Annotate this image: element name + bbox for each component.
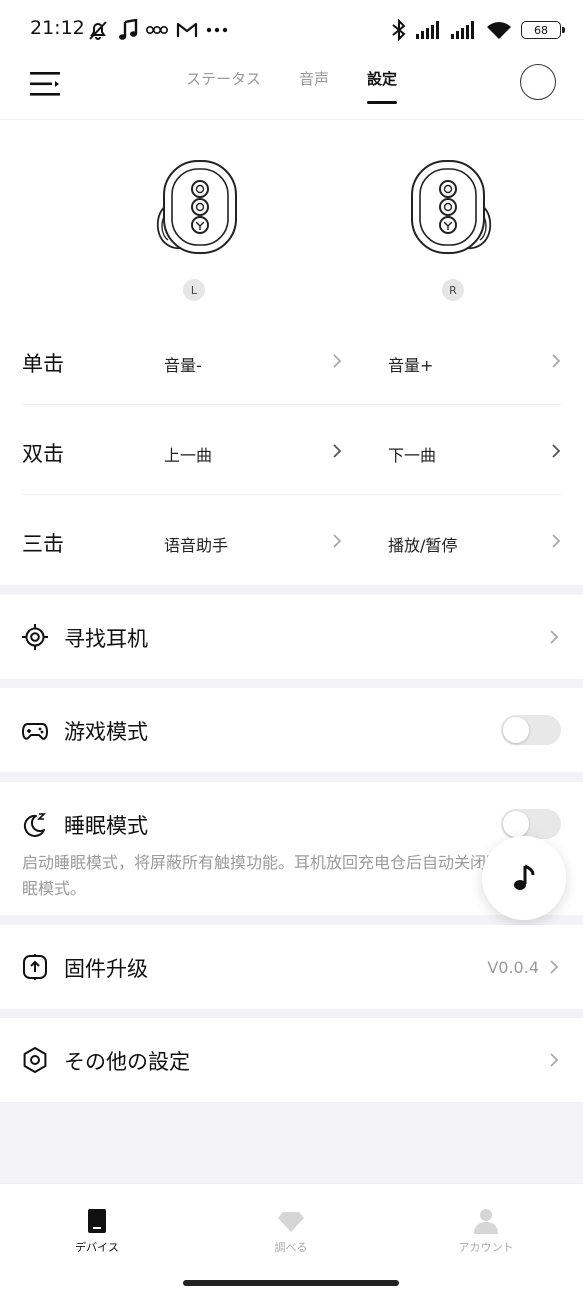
status-bar: 21:12 68 xyxy=(0,0,583,58)
gesture-row-single-tap: 单击 音量- 音量+ xyxy=(22,315,561,405)
find-earbuds-row[interactable]: 寻找耳机 xyxy=(0,595,583,679)
tab-bar: ステータス 音声 設定 xyxy=(0,68,583,104)
game-mode-title: 游戏模式 xyxy=(64,720,148,744)
music-player-button[interactable] xyxy=(482,836,566,920)
firmware-upgrade-row[interactable]: 固件升级 V0.0.4 xyxy=(0,925,583,1009)
gesture-action-value: 语音助手 xyxy=(164,536,229,555)
bottom-nav-label: 調べる xyxy=(274,1241,308,1254)
gesture-action-value: 上一曲 xyxy=(164,446,213,465)
upgrade-icon xyxy=(23,954,47,980)
right-earbud-label: R xyxy=(442,279,464,301)
left-earbud-label: L xyxy=(183,279,205,301)
wifi-icon xyxy=(487,22,511,39)
music-note-icon xyxy=(514,864,535,890)
left-triple-tap-action[interactable]: 语音助手 xyxy=(164,495,344,585)
bottom-nav-label: デバイス xyxy=(75,1241,119,1254)
gmail-icon xyxy=(176,22,198,37)
battery-indicator: 68 xyxy=(521,21,565,39)
gesture-label: 单击 xyxy=(22,352,64,376)
muted-bell-icon xyxy=(89,21,107,40)
bottom-nav-device[interactable]: デバイス xyxy=(42,1206,152,1255)
sleep-mode-toggle[interactable] xyxy=(501,809,561,839)
right-earbud-icon xyxy=(411,160,492,254)
right-double-tap-action[interactable]: 下一曲 xyxy=(388,405,563,495)
battery-level: 68 xyxy=(534,23,548,37)
left-double-tap-action[interactable]: 上一曲 xyxy=(164,405,344,495)
status-time: 21:12 xyxy=(30,17,85,39)
avatar[interactable] xyxy=(520,64,556,100)
crosshair-icon xyxy=(22,624,48,650)
device-icon xyxy=(88,1209,106,1233)
tab-settings[interactable]: 設定 xyxy=(367,68,398,104)
other-settings-row[interactable]: その他の設定 xyxy=(0,1018,583,1102)
music-note-status-icon xyxy=(119,19,138,40)
toggle-knob xyxy=(503,811,529,837)
toggle-knob xyxy=(503,717,529,743)
signal-icon xyxy=(416,21,439,39)
firmware-upgrade-title: 固件升级 xyxy=(64,957,148,981)
gamepad-icon xyxy=(22,723,48,740)
bluetooth-icon xyxy=(392,19,406,41)
status-system-icons: 68 xyxy=(391,17,565,43)
chevron-right-icon xyxy=(550,960,559,974)
chevron-right-icon xyxy=(333,354,342,368)
person-icon xyxy=(474,1209,498,1234)
left-earbud-icon xyxy=(156,160,237,254)
gesture-row-double-tap: 双击 上一曲 下一曲 xyxy=(22,405,561,495)
chevron-right-icon xyxy=(550,1053,559,1067)
left-single-tap-action[interactable]: 音量- xyxy=(164,315,344,405)
tab-audio[interactable]: 音声 xyxy=(299,68,329,100)
bottom-nav-account[interactable]: アカウント xyxy=(431,1206,541,1255)
chevron-right-icon xyxy=(552,534,561,548)
gesture-action-value: 下一曲 xyxy=(388,446,437,465)
signal-icon-2 xyxy=(451,21,474,39)
right-single-tap-action[interactable]: 音量+ xyxy=(388,315,563,405)
find-earbuds-title: 寻找耳机 xyxy=(64,627,148,651)
chevron-right-icon xyxy=(552,444,561,458)
qcy-app-icon xyxy=(146,25,168,35)
game-mode-toggle[interactable] xyxy=(501,715,561,745)
status-notification-icons xyxy=(86,17,228,43)
gesture-row-triple-tap: 三击 语音助手 播放/暂停 xyxy=(22,495,561,585)
tab-status[interactable]: ステータス xyxy=(186,68,261,100)
gesture-action-value: 音量- xyxy=(164,356,202,375)
hexagon-settings-icon xyxy=(23,1047,47,1073)
right-triple-tap-action[interactable]: 播放/暂停 xyxy=(388,495,563,585)
top-nav: ステータス 音声 設定 xyxy=(0,58,583,120)
earbuds-panel: L R xyxy=(0,120,583,315)
tap-gesture-table: 单击 音量- 音量+ 双击 上一曲 下一曲 三击 语音助手 播放/暂停 xyxy=(0,315,583,585)
firmware-version: V0.0.4 xyxy=(487,958,539,977)
gesture-action-value: 音量+ xyxy=(388,356,434,375)
chevron-right-icon xyxy=(552,354,561,368)
gesture-label: 双击 xyxy=(22,442,64,466)
gesture-action-value: 播放/暂停 xyxy=(388,536,458,555)
chevron-right-icon xyxy=(333,534,342,548)
gesture-label: 三击 xyxy=(22,532,64,556)
home-indicator xyxy=(183,1280,399,1286)
bottom-nav-label: アカウント xyxy=(458,1241,514,1254)
chevron-right-icon xyxy=(550,630,559,644)
diamond-icon xyxy=(278,1212,304,1232)
game-mode-row: 游戏模式 xyxy=(0,688,583,772)
moon-icon xyxy=(23,813,46,837)
sleep-mode-title: 睡眠模式 xyxy=(64,814,148,838)
other-settings-title: その他の設定 xyxy=(64,1050,190,1074)
bottom-nav-explore[interactable]: 調べる xyxy=(236,1206,346,1255)
sleep-mode-description: 启动睡眠模式，将屏蔽所有触摸功能。耳机放回充电仓后自动关闭睡眠模式。 xyxy=(22,853,503,898)
more-dots-icon xyxy=(206,27,228,33)
chevron-right-icon xyxy=(333,444,342,458)
